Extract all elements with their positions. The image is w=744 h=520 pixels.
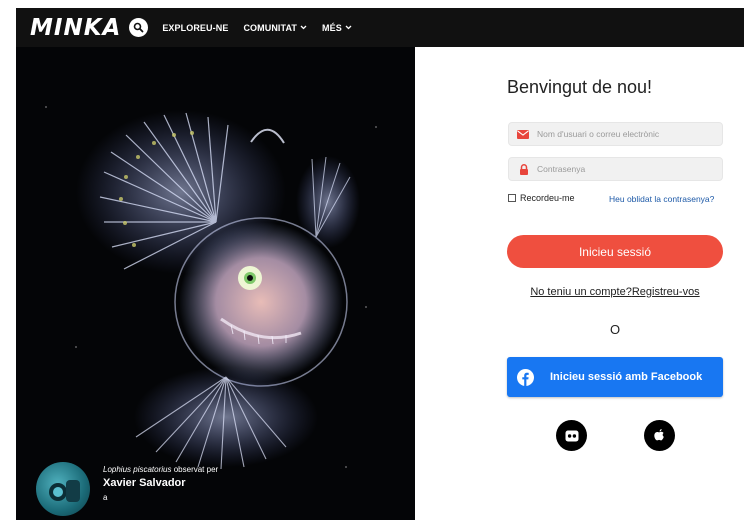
or-divider: O xyxy=(609,322,621,337)
main-nav: EXPLOREU-NE COMUNITAT MÉS xyxy=(162,23,352,33)
password-placeholder: Contrasenya xyxy=(537,164,586,174)
nav-community[interactable]: COMUNITAT xyxy=(243,23,307,33)
observer-avatar[interactable] xyxy=(36,462,90,516)
apple-icon xyxy=(654,429,664,441)
photo-credit: Lophius piscatorius observat per Xavier … xyxy=(36,462,218,516)
facebook-icon xyxy=(517,368,534,386)
minka-logo[interactable]: MINKA xyxy=(30,15,121,41)
credit-line: Lophius piscatorius observat per xyxy=(103,465,218,474)
flickr-icon xyxy=(565,430,578,441)
top-navbar: MINKA EXPLOREU-NE COMUNITAT MÉS xyxy=(16,8,744,47)
register-link[interactable]: Registreu-vos xyxy=(632,286,700,298)
username-placeholder: Nom d'usuari o correu electrònic xyxy=(537,129,660,139)
species-name[interactable]: Lophius piscatorius xyxy=(103,465,171,474)
diver-avatar-image xyxy=(49,480,80,502)
chevron-down-icon xyxy=(345,25,352,30)
nav-community-label: COMUNITAT xyxy=(243,22,297,33)
remember-checkbox[interactable] xyxy=(508,194,516,202)
lock-icon xyxy=(520,163,528,175)
page-frame: MINKA EXPLOREU-NE COMUNITAT MÉS Lophius … xyxy=(16,8,744,520)
username-field[interactable]: Nom d'usuari o correu electrònic xyxy=(508,122,723,146)
signup-link[interactable]: No teniu un compte?Registreu-vos xyxy=(415,286,744,298)
forgot-password-link[interactable]: Heu oblidat la contrasenya? xyxy=(609,194,714,204)
search-icon[interactable] xyxy=(129,18,149,37)
remember-me[interactable]: Recordeu-me xyxy=(508,193,575,203)
apple-login-button[interactable] xyxy=(644,420,675,451)
featured-photo[interactable]: Lophius piscatorius observat per Xavier … xyxy=(16,47,415,520)
flickr-login-button[interactable] xyxy=(556,420,587,451)
nav-more[interactable]: MÉS xyxy=(322,23,352,33)
password-field[interactable]: Contrasenya xyxy=(508,157,723,181)
credit-sub: a xyxy=(103,493,108,502)
nav-more-label: MÉS xyxy=(322,22,342,33)
anglerfish-photo xyxy=(16,47,415,520)
credit-text: Lophius piscatorius observat per Xavier … xyxy=(103,462,218,502)
no-account-text: No teniu un compte? xyxy=(530,286,632,298)
nav-explore-label: EXPLOREU-NE xyxy=(162,22,229,33)
remember-label: Recordeu-me xyxy=(520,193,575,203)
facebook-login-button[interactable]: Inicieu sessió amb Facebook xyxy=(507,357,723,397)
observed-by-label: observat per xyxy=(173,465,219,474)
facebook-button-label: Inicieu sessió amb Facebook xyxy=(550,371,703,383)
login-panel: Benvingut de nou! Nom d'usuari o correu … xyxy=(415,47,744,520)
login-button[interactable]: Inicieu sessió xyxy=(507,235,723,268)
nav-explore[interactable]: EXPLOREU-NE xyxy=(162,23,228,33)
observer-name[interactable]: Xavier Salvador xyxy=(103,477,218,489)
chevron-down-icon xyxy=(300,25,307,30)
envelope-icon xyxy=(517,129,529,139)
login-title: Benvingut de nou! xyxy=(506,77,653,97)
